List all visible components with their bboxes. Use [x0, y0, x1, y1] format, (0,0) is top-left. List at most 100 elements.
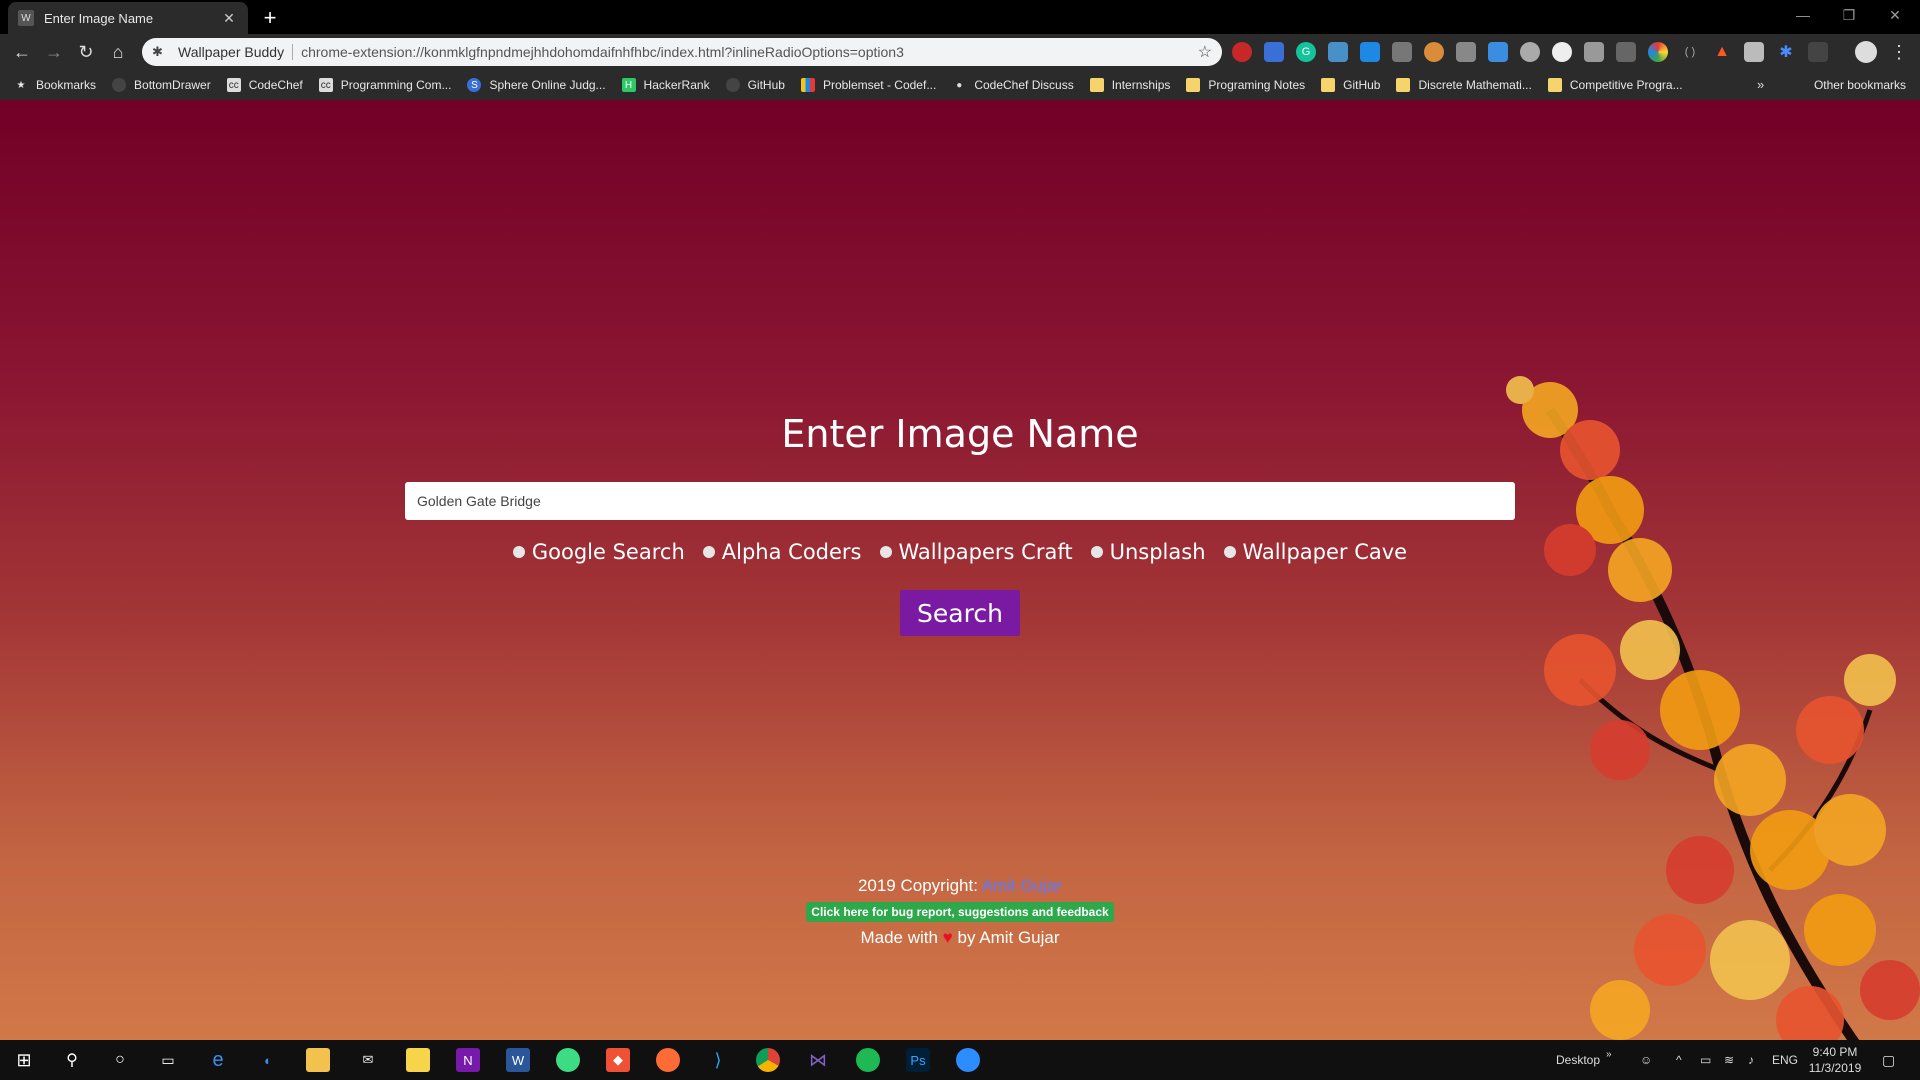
puzzle-extension-icon[interactable]: ✱	[1776, 42, 1796, 62]
tab-enter-image-name[interactable]: W Enter Image Name ✕	[8, 2, 248, 34]
bookmark-folder[interactable]: GitHub	[1321, 78, 1380, 92]
radio-label: Google Search	[531, 540, 685, 564]
radio-button[interactable]	[702, 546, 715, 558]
feedback-link[interactable]: Click here for bug report, suggestions a…	[806, 902, 1114, 922]
radio-alpha-coders[interactable]: Alpha Coders	[702, 540, 862, 564]
profile-avatar[interactable]	[1855, 41, 1877, 63]
ie-icon[interactable]: ◐	[256, 1048, 280, 1072]
other-bookmarks-label: Other bookmarks	[1813, 78, 1906, 92]
clock-date: 11/3/2019	[1808, 1061, 1862, 1075]
image-name-input[interactable]	[405, 482, 1515, 520]
bookmark-folder[interactable]: Discrete Mathemati...	[1396, 78, 1532, 92]
search-icon[interactable]: ⚲	[60, 1048, 84, 1072]
bookmark-item[interactable]: BottomDrawer	[112, 78, 211, 92]
edge-icon[interactable]: e	[206, 1048, 230, 1072]
git-icon[interactable]: ◆	[606, 1048, 630, 1072]
extension-2-icon[interactable]	[1264, 42, 1284, 62]
back-icon[interactable]: ←	[10, 40, 34, 64]
bookmark-item[interactable]: Problemset - Codef...	[800, 78, 936, 92]
extension-10-icon[interactable]	[1520, 42, 1540, 62]
clock[interactable]: 9:40 PM 11/3/2019	[1800, 1044, 1870, 1076]
visual-studio-icon[interactable]: ⋈	[806, 1048, 830, 1072]
file-explorer-icon[interactable]	[306, 1048, 330, 1072]
window-close-icon[interactable]: ✕	[1872, 0, 1918, 30]
grammarly-icon[interactable]: G	[1296, 42, 1316, 62]
wifi-icon[interactable]: ≋	[1724, 1040, 1734, 1080]
battery-icon[interactable]: ▭	[1700, 1040, 1711, 1080]
bookmark-folder[interactable]: Programing Notes	[1186, 78, 1305, 92]
other-bookmarks[interactable]: Other bookmarks	[1792, 70, 1906, 100]
radio-unsplash[interactable]: Unsplash	[1090, 540, 1206, 564]
zoom-icon[interactable]	[956, 1048, 980, 1072]
puzzle-icon: ✱	[152, 44, 163, 59]
extension-5-icon[interactable]	[1360, 42, 1380, 62]
extension-6-icon[interactable]	[1392, 42, 1412, 62]
radio-google-search[interactable]: Google Search	[512, 540, 685, 564]
chrome-icon[interactable]	[756, 1048, 780, 1072]
extension-17-icon[interactable]	[1744, 42, 1764, 62]
author-link[interactable]: Amit Gujar	[982, 876, 1062, 895]
extension-4-icon[interactable]	[1328, 42, 1348, 62]
onenote-icon[interactable]: N	[456, 1048, 480, 1072]
minimize-icon[interactable]: —	[1780, 0, 1826, 30]
chevron-up-icon[interactable]: ^	[1676, 1040, 1682, 1080]
vscode-icon[interactable]: ⟩	[706, 1048, 730, 1072]
bookmark-folder[interactable]: Internships	[1089, 78, 1171, 92]
reload-icon[interactable]: ↻	[74, 40, 98, 64]
extension-11-icon[interactable]	[1552, 42, 1572, 62]
android-studio-icon[interactable]	[556, 1048, 580, 1072]
cortana-icon[interactable]: ○	[108, 1048, 132, 1072]
bookmark-item[interactable]: ● CodeChef Discuss	[952, 78, 1073, 92]
bookmark-item[interactable]: GitHub	[725, 78, 785, 92]
bookmark-item[interactable]: ★ Bookmarks	[14, 78, 97, 92]
extension-8-icon[interactable]	[1456, 42, 1476, 62]
close-tab-icon[interactable]: ✕	[220, 10, 238, 27]
bookmark-item[interactable]: S Sphere Online Judg...	[467, 78, 606, 92]
notifications-icon[interactable]: ▢	[1882, 1040, 1895, 1080]
bookmark-star-icon[interactable]: ☆	[1198, 42, 1212, 62]
radio-button[interactable]	[1223, 546, 1236, 558]
new-tab-icon[interactable]: +	[258, 5, 282, 31]
extension-19-icon[interactable]	[1808, 42, 1828, 62]
people-icon[interactable]: ☺	[1640, 1040, 1652, 1080]
bookmark-item[interactable]: H HackerRank	[621, 78, 710, 92]
url-text: chrome-extension://konmklgfnpndmejhhdoho…	[301, 44, 904, 60]
photoshop-icon[interactable]: Ps	[906, 1048, 930, 1072]
extension-12-icon[interactable]	[1584, 42, 1604, 62]
bookmark-label: Internships	[1111, 78, 1171, 92]
bookmark-item[interactable]: cc CodeChef	[226, 78, 303, 92]
menu-icon[interactable]: ⋮	[1890, 42, 1908, 63]
address-bar[interactable]: ✱ Wallpaper Buddy chrome-extension://kon…	[142, 38, 1222, 66]
sticky-notes-icon[interactable]	[406, 1048, 430, 1072]
mail-icon[interactable]: ✉	[356, 1048, 380, 1072]
browser-toolbar: ← → ↻ ⌂ ✱ Wallpaper Buddy chrome-extensi…	[0, 34, 1920, 70]
radio-button[interactable]	[512, 546, 525, 558]
spotify-icon[interactable]	[856, 1048, 880, 1072]
search-button[interactable]: Search	[900, 590, 1020, 636]
task-view-icon[interactable]: ▭	[156, 1048, 180, 1072]
extension-13-icon[interactable]	[1616, 42, 1636, 62]
extension-1-icon[interactable]	[1232, 42, 1252, 62]
bookmark-item[interactable]: cc Programming Com...	[318, 78, 451, 92]
radio-wallpaper-cave[interactable]: Wallpaper Cave	[1223, 540, 1407, 564]
radio-button[interactable]	[879, 546, 892, 558]
language-indicator[interactable]: ENG	[1772, 1040, 1798, 1080]
windows-start-icon[interactable]: ⊞	[12, 1048, 36, 1072]
radio-button[interactable]	[1090, 546, 1103, 558]
color-picker-icon[interactable]	[1648, 42, 1668, 62]
radio-wallpapers-craft[interactable]: Wallpapers Craft	[879, 540, 1073, 564]
code-brackets-icon[interactable]: ( )	[1680, 42, 1700, 62]
home-icon[interactable]: ⌂	[106, 40, 130, 64]
volume-icon[interactable]: ♪	[1748, 1040, 1754, 1080]
desktop-toolbar[interactable]: Desktop »	[1556, 1040, 1612, 1080]
pen-icon[interactable]	[1488, 42, 1508, 62]
forward-icon[interactable]: →	[42, 40, 66, 64]
extension-7-icon[interactable]	[1424, 42, 1444, 62]
desktop-label: Desktop	[1556, 1053, 1601, 1067]
word-icon[interactable]: W	[506, 1048, 530, 1072]
bookmark-folder[interactable]: Competitive Progra...	[1547, 78, 1683, 92]
restore-icon[interactable]: ❐	[1826, 0, 1872, 30]
extension-16-icon[interactable]: ▲	[1712, 42, 1732, 62]
postman-icon[interactable]	[656, 1048, 680, 1072]
more-bookmarks-icon[interactable]: »	[1757, 77, 1764, 92]
